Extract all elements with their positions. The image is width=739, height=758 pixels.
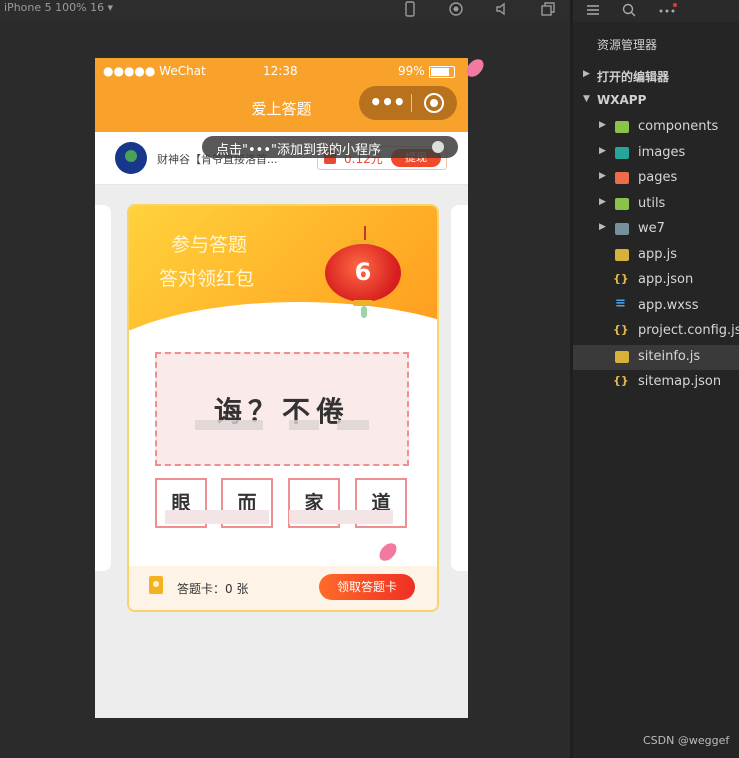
blurred-text (165, 510, 269, 524)
tip-text: 点击"•••"添加到我的小程序 (216, 143, 381, 158)
petal-decoration (376, 539, 400, 565)
header-line-2: 答对领红包 (159, 268, 255, 290)
nav-bar: 爱上答题 ••• (95, 84, 468, 132)
search-icon[interactable] (621, 2, 637, 18)
chevron-right-icon: ▶ (599, 222, 606, 232)
battery-percent: 99% (398, 64, 425, 78)
card-header: 参与答题 答对领红包 6 (129, 206, 437, 442)
battery-icon (429, 66, 455, 78)
tree-item-images[interactable]: ▶ images (573, 141, 739, 166)
lantern-number: 6 (354, 258, 372, 286)
tree-item-components[interactable]: ▶ components (573, 115, 739, 140)
blurred-text (195, 420, 263, 430)
question-card: 参与答题 答对领红包 6 诲？不倦 眼 而 家 道 答题卡：0 张 领取答题卡 (127, 204, 439, 612)
window-icon[interactable] (540, 1, 556, 17)
folder-components-icon (615, 121, 629, 133)
js-file-icon (615, 351, 629, 363)
tree-item-project-config[interactable]: {} project.config.json (573, 319, 739, 344)
phone-icon[interactable] (402, 1, 418, 17)
sound-icon[interactable] (494, 1, 510, 17)
tree-item-siteinfo-js[interactable]: siteinfo.js (573, 345, 739, 370)
tree-item-utils[interactable]: ▶ utils (573, 192, 739, 217)
claim-answer-card-button[interactable]: 领取答题卡 (319, 574, 415, 600)
explorer-toolbar (573, 0, 739, 22)
more-icon[interactable]: ••• (369, 90, 405, 114)
lantern-tassel (361, 306, 367, 318)
question-box: 诲？不倦 (155, 352, 409, 466)
close-tip-icon[interactable] (432, 141, 444, 153)
lantern-icon: 6 (325, 244, 401, 302)
blurred-text (289, 420, 319, 430)
watermark: CSDN @weggef (643, 734, 730, 747)
capsule-separator (411, 94, 412, 112)
tree-item-we7[interactable]: ▶ we7 (573, 217, 739, 242)
folder-icon (615, 223, 629, 235)
carrier-label: ●●●●● WeChat (103, 64, 206, 78)
avatar (115, 142, 147, 174)
status-time: 12:38 (263, 64, 298, 78)
tree-item-app-wxss[interactable]: ≡ app.wxss (573, 294, 739, 319)
chevron-right-icon: ▶ (599, 146, 606, 156)
add-to-my-mini-program-tip: 点击"•••"添加到我的小程序 (202, 136, 458, 158)
previous-card[interactable] (95, 205, 111, 571)
record-icon[interactable] (448, 1, 464, 17)
wxss-file-icon: ≡ (615, 296, 626, 311)
phone-screen: ●●●●● WeChat 12:38 99% 爱上答题 ••• 财神谷【肯爷直接… (95, 58, 468, 718)
js-file-icon (615, 249, 629, 261)
card-footer: 答题卡：0 张 领取答题卡 (129, 566, 437, 610)
more-options-icon[interactable] (657, 2, 677, 18)
folder-utils-icon (615, 198, 629, 210)
chevron-right-icon: ▶ (583, 69, 590, 79)
chevron-down-icon: ▼ (583, 94, 590, 104)
open-editors-section[interactable]: ▶ 打开的编辑器 (573, 64, 739, 89)
tree-item-app-json[interactable]: {} app.json (573, 268, 739, 293)
next-card[interactable] (451, 205, 468, 571)
close-mini-program-icon[interactable] (424, 93, 444, 113)
project-section[interactable]: ▼ WXAPP (573, 89, 739, 114)
header-line-1: 参与答题 (171, 234, 248, 256)
json-file-icon: {} (613, 272, 629, 285)
capsule-menu: ••• (359, 86, 457, 120)
folder-images-icon (615, 147, 629, 159)
blurred-text (337, 420, 369, 430)
blurred-text (289, 510, 393, 524)
simulator-toolbar: iPhone 5 100% 16 ▾ (0, 0, 570, 22)
json-file-icon: {} (613, 323, 629, 336)
chevron-right-icon: ▶ (599, 197, 606, 207)
tree-item-sitemap-json[interactable]: {} sitemap.json (573, 370, 739, 395)
chevron-right-icon: ▶ (599, 171, 606, 181)
explorer-panel: 资源管理器 ▶ 打开的编辑器 ▼ WXAPP ▶ components ▶ im… (573, 0, 739, 758)
chevron-right-icon: ▶ (599, 120, 606, 130)
folder-pages-icon (615, 172, 629, 184)
answer-card-icon (149, 576, 163, 594)
answer-options: 眼 而 家 道 (155, 478, 407, 528)
explorer-title: 资源管理器 (597, 38, 658, 52)
list-icon[interactable] (585, 2, 601, 18)
tree-item-app-js[interactable]: app.js (573, 243, 739, 268)
status-bar: ●●●●● WeChat 12:38 99% (95, 58, 468, 84)
json-file-icon: {} (613, 374, 629, 387)
device-selector[interactable]: iPhone 5 100% 16 ▾ (4, 1, 113, 14)
tree-item-pages[interactable]: ▶ pages (573, 166, 739, 191)
answer-card-count: 答题卡：0 张 (177, 582, 249, 596)
